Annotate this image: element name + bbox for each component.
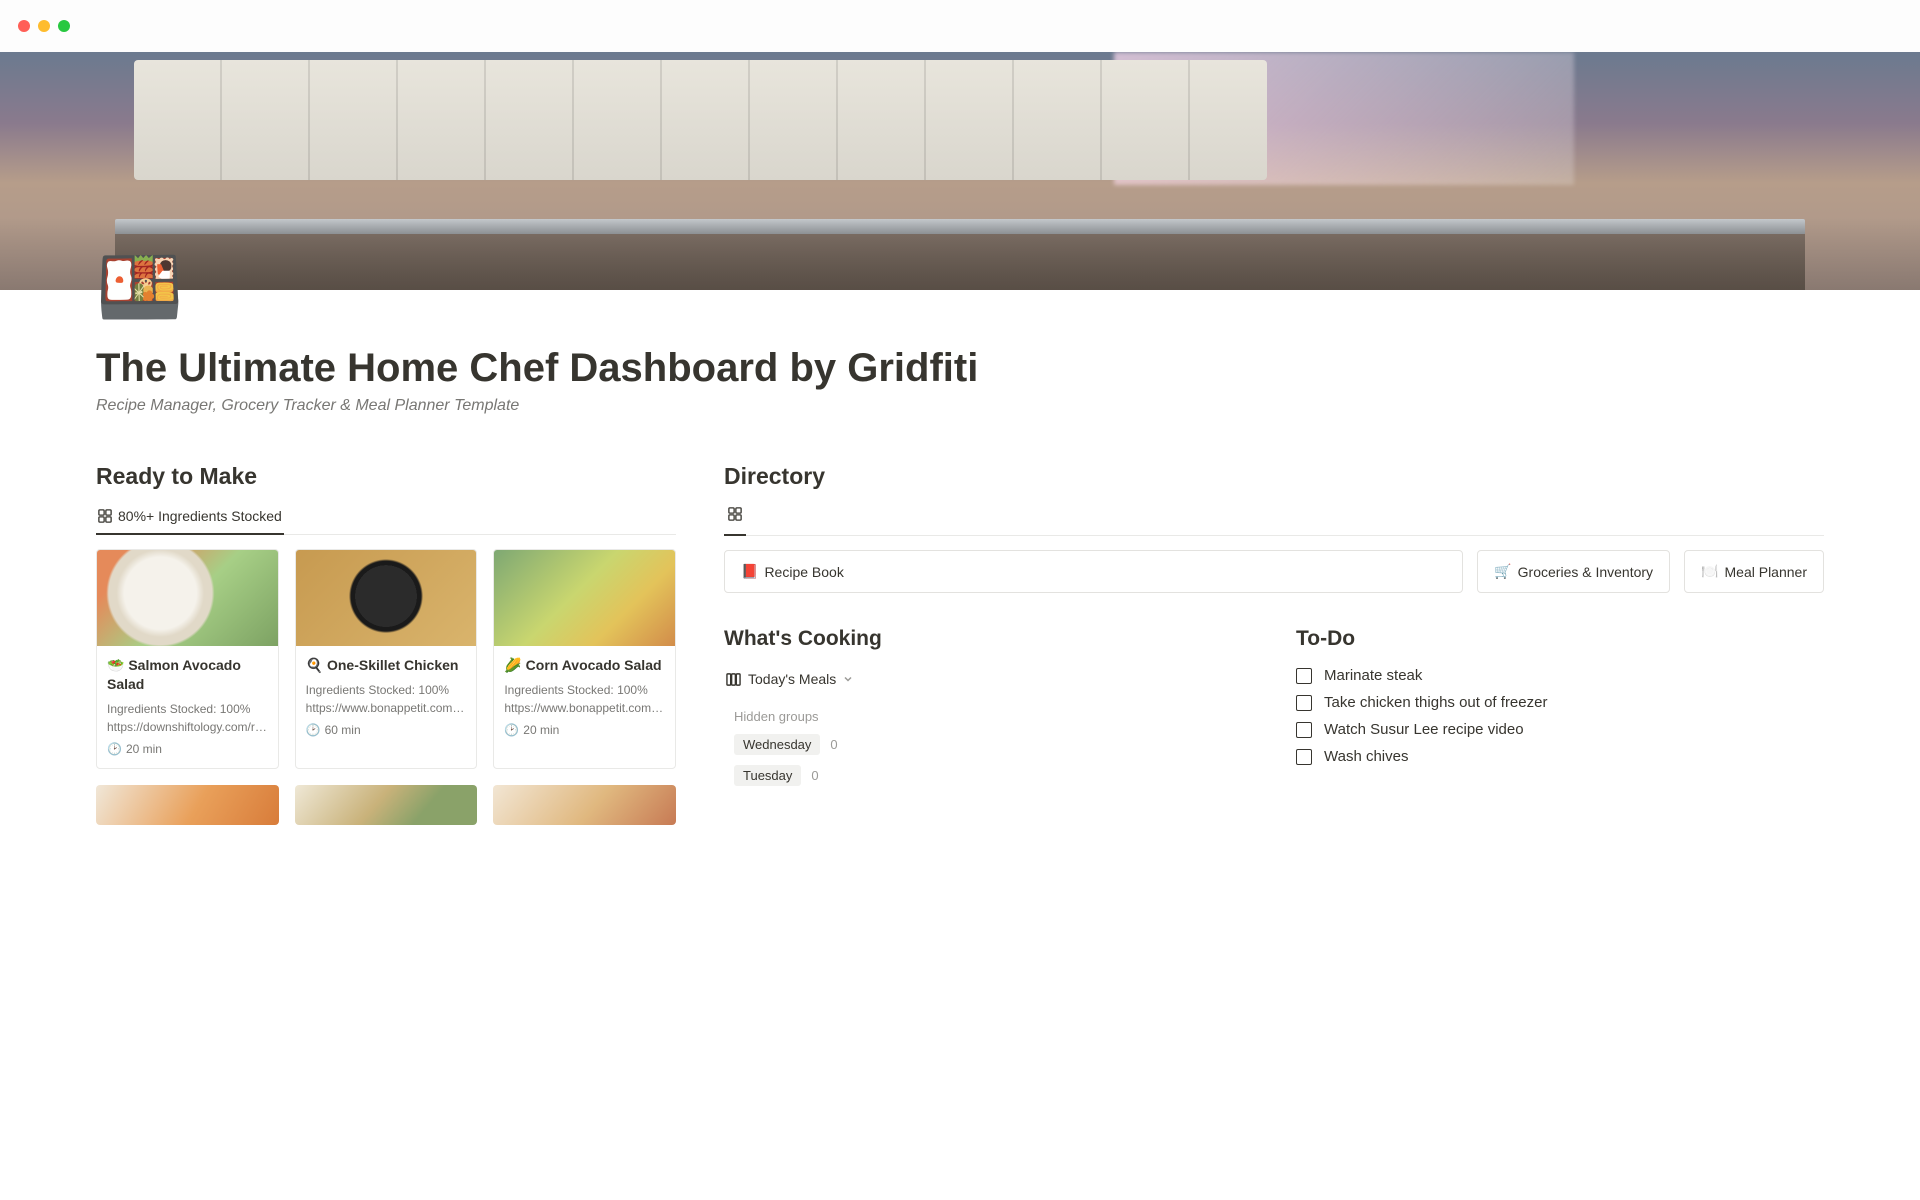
todo-item[interactable]: Wash chives — [1296, 748, 1824, 765]
recipe-title: 🌽 Corn Avocado Salad — [504, 656, 665, 675]
recipe-title: 🍳 One-Skillet Chicken — [306, 656, 467, 675]
page-icon[interactable]: 🍱 — [96, 252, 183, 322]
recipe-card[interactable] — [493, 785, 676, 825]
checkbox[interactable] — [1296, 749, 1312, 765]
clock-icon: 🕑 — [107, 742, 122, 756]
recipe-stocked: Ingredients Stocked: 100% — [107, 702, 268, 716]
page-title[interactable]: The Ultimate Home Chef Dashboard by Grid… — [96, 346, 1824, 391]
tab-gallery-view[interactable] — [724, 502, 746, 536]
recipe-stocked: Ingredients Stocked: 100% — [306, 683, 467, 697]
recipe-card[interactable] — [96, 785, 279, 825]
checkbox[interactable] — [1296, 668, 1312, 684]
todo-item[interactable]: Watch Susur Lee recipe video — [1296, 721, 1824, 738]
recipe-thumbnail — [97, 550, 278, 646]
clock-icon: 🕑 — [504, 723, 519, 737]
todo-item[interactable]: Marinate steak — [1296, 667, 1824, 684]
recipe-card[interactable]: 🌽 Corn Avocado Salad Ingredients Stocked… — [493, 549, 676, 769]
recipe-card[interactable]: 🍳 One-Skillet Chicken Ingredients Stocke… — [295, 549, 478, 769]
chevron-down-icon — [843, 671, 853, 687]
checkbox[interactable] — [1296, 722, 1312, 738]
gallery-view-icon — [728, 507, 742, 521]
recipe-time: 🕑20 min — [504, 723, 665, 737]
groceries-button[interactable]: 🛒Groceries & Inventory — [1477, 550, 1670, 593]
recipe-thumbnail — [296, 550, 477, 646]
directory-buttons: 📕Recipe Book 🛒Groceries & Inventory 🍽️Me… — [724, 550, 1824, 593]
group-chip: Wednesday — [734, 734, 820, 755]
board-view-icon — [726, 672, 741, 687]
directory-tabs — [724, 502, 1824, 536]
todo-text: Wash chives — [1324, 748, 1408, 765]
recipe-card[interactable]: 🥗 Salmon Avocado Salad Ingredients Stock… — [96, 549, 279, 769]
group-chip: Tuesday — [734, 765, 801, 786]
todo-item[interactable]: Take chicken thighs out of freezer — [1296, 694, 1824, 711]
window-titlebar — [0, 0, 1920, 52]
fullscreen-window-icon[interactable] — [58, 20, 70, 32]
recipe-time: 🕑20 min — [107, 742, 268, 756]
todo-text: Marinate steak — [1324, 667, 1422, 684]
recipe-url: https://www.bonappetit.com/co — [504, 701, 665, 715]
page-subtitle[interactable]: Recipe Manager, Grocery Tracker & Meal P… — [96, 397, 1824, 415]
gallery-view-icon — [98, 509, 112, 523]
ready-heading: Ready to Make — [96, 463, 676, 490]
recipe-card-grid: 🥗 Salmon Avocado Salad Ingredients Stock… — [96, 549, 676, 825]
close-window-icon[interactable] — [18, 20, 30, 32]
group-count: 0 — [811, 768, 818, 783]
todo-text: Take chicken thighs out of freezer — [1324, 694, 1547, 711]
recipe-card[interactable] — [295, 785, 478, 825]
recipe-thumbnail — [494, 550, 675, 646]
todo-text: Watch Susur Lee recipe video — [1324, 721, 1524, 738]
group-row[interactable]: Tuesday 0 — [724, 765, 1252, 786]
todays-meals-view[interactable]: Today's Meals — [724, 667, 855, 691]
whats-cooking-heading: What's Cooking — [724, 627, 1252, 651]
clock-icon: 🕑 — [306, 723, 321, 737]
recipe-url: https://www.bonappetit.com/rec — [306, 701, 467, 715]
ready-tabs: 80%+ Ingredients Stocked — [96, 502, 676, 535]
hidden-groups-label[interactable]: Hidden groups — [724, 709, 1252, 724]
recipe-url: https://downshiftology.com/reci — [107, 720, 268, 734]
recipe-title: 🥗 Salmon Avocado Salad — [107, 656, 268, 694]
tab-label: 80%+ Ingredients Stocked — [118, 508, 282, 524]
cover-image[interactable] — [0, 52, 1920, 290]
group-row[interactable]: Wednesday 0 — [724, 734, 1252, 755]
group-count: 0 — [830, 737, 837, 752]
checkbox[interactable] — [1296, 695, 1312, 711]
meal-planner-button[interactable]: 🍽️Meal Planner — [1684, 550, 1824, 593]
minimize-window-icon[interactable] — [38, 20, 50, 32]
recipe-stocked: Ingredients Stocked: 100% — [504, 683, 665, 697]
todo-heading: To-Do — [1296, 627, 1824, 651]
directory-heading: Directory — [724, 463, 1824, 490]
recipe-book-button[interactable]: 📕Recipe Book — [724, 550, 1463, 593]
recipe-time: 🕑60 min — [306, 723, 467, 737]
tab-ingredients-stocked[interactable]: 80%+ Ingredients Stocked — [96, 502, 284, 535]
view-label: Today's Meals — [748, 671, 836, 687]
